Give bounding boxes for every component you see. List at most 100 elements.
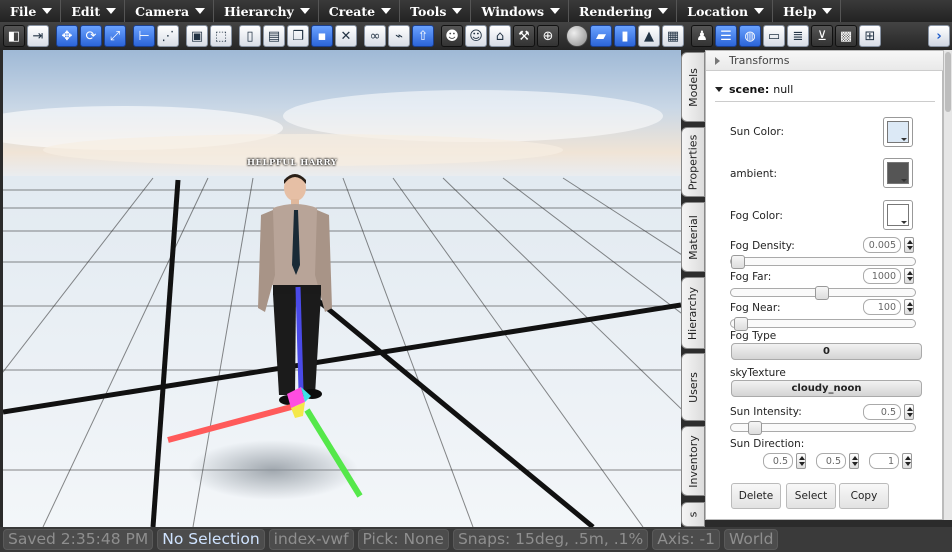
tab-more[interactable]: s — [681, 502, 705, 527]
sun-direction-z-input[interactable] — [869, 453, 899, 469]
globe-icon[interactable]: ◍ — [739, 25, 761, 47]
cylinder-icon[interactable]: ▮ — [614, 25, 636, 47]
fog-near-stepper — [863, 299, 914, 315]
slider-knob[interactable] — [731, 255, 745, 269]
save-icon[interactable]: ▪ — [311, 25, 333, 47]
inventory-boxes-icon[interactable]: ▩ — [835, 25, 857, 47]
target-icon[interactable]: ⊕ — [537, 25, 559, 47]
transforms-section-header[interactable]: Transforms — [706, 51, 943, 71]
rotate-icon[interactable]: ⟳ — [80, 25, 102, 47]
status-bar: Saved 2:35:48 PM No Selection index-vwf … — [0, 527, 952, 552]
select-multiple-icon[interactable]: ⋰ — [157, 25, 179, 47]
menu-label: Create — [328, 3, 376, 19]
delete-button[interactable]: Delete — [731, 483, 781, 509]
pick-status: Pick: None — [357, 529, 449, 550]
spinner-arrows-icon[interactable] — [849, 453, 859, 469]
hat-icon[interactable]: ⌂ — [489, 25, 511, 47]
upload-icon[interactable]: ⇧ — [412, 25, 434, 47]
axis-icon[interactable]: ⊢ — [133, 25, 155, 47]
fog-type-label: Fog Type — [730, 330, 777, 342]
tab-models[interactable]: Models — [681, 52, 705, 122]
delete-icon[interactable]: ✕ — [335, 25, 357, 47]
ambient-color-fill — [887, 162, 909, 184]
scene-section-header[interactable]: scene: null — [706, 79, 943, 99]
unlink-icon[interactable]: ⌁ — [388, 25, 410, 47]
menu-file[interactable]: File — [0, 0, 62, 22]
sun-direction-y-input[interactable] — [816, 453, 846, 469]
fog-far-slider[interactable] — [730, 286, 916, 300]
move-icon[interactable]: ✥ — [56, 25, 78, 47]
menu-location[interactable]: Location — [677, 0, 774, 22]
hammer-icon[interactable]: ⚒ — [513, 25, 535, 47]
paste-icon[interactable]: ▤ — [263, 25, 285, 47]
menu-help[interactable]: Help — [773, 0, 842, 22]
users-icon[interactable]: ♟ — [691, 25, 713, 47]
menu-windows[interactable]: Windows — [471, 0, 569, 22]
plane-icon[interactable]: ▦ — [662, 25, 684, 47]
tab-hierarchy[interactable]: Hierarchy — [681, 277, 705, 349]
menu-rendering[interactable]: Rendering — [569, 0, 678, 22]
chevron-down-icon — [754, 8, 765, 14]
spinner-arrows-icon[interactable] — [902, 453, 912, 469]
slider-knob[interactable] — [734, 317, 749, 331]
panel-scrollbar[interactable] — [943, 50, 952, 520]
copy-icon[interactable]: ❐ — [287, 25, 309, 47]
sun-direction-x-input[interactable] — [763, 453, 793, 469]
coordinate-space-status[interactable]: World — [724, 529, 779, 550]
chat-icon[interactable]: ☰ — [715, 25, 737, 47]
logout-icon[interactable]: ◧ — [3, 25, 25, 47]
expand-arrow-icon[interactable]: › — [928, 25, 950, 47]
avatar-icon[interactable]: ☻ — [441, 25, 463, 47]
slider-knob[interactable] — [747, 421, 762, 435]
menu-hierarchy[interactable]: Hierarchy — [214, 0, 319, 22]
scale-icon[interactable]: ⤢ — [104, 25, 126, 47]
spinner-arrows-icon[interactable] — [796, 453, 806, 469]
tab-properties[interactable]: Properties — [681, 127, 705, 197]
fog-color-swatch[interactable] — [883, 200, 913, 230]
fog-near-slider[interactable] — [730, 317, 916, 331]
slider-knob[interactable] — [815, 286, 829, 300]
sun-intensity-input[interactable] — [863, 404, 901, 420]
ambient-color-swatch[interactable] — [883, 158, 913, 188]
box-select-icon[interactable]: ▣ — [186, 25, 208, 47]
hierarchy-icon[interactable]: ⊞ — [859, 25, 881, 47]
window-icon[interactable]: ▭ — [763, 25, 785, 47]
spinner-arrows-icon[interactable] — [904, 237, 914, 253]
menu-tools[interactable]: Tools — [400, 0, 472, 22]
chevron-down-icon — [658, 8, 669, 14]
menu-create[interactable]: Create — [319, 0, 401, 22]
select-button[interactable]: Select — [786, 483, 836, 509]
fog-far-input[interactable] — [863, 268, 901, 284]
sun-color-fill — [887, 121, 909, 143]
snaps-status: Snaps: 15deg, .5m, .1% — [452, 529, 649, 550]
menu-camera[interactable]: Camera — [125, 0, 215, 22]
fog-density-slider[interactable] — [730, 255, 916, 269]
tab-inventory[interactable]: Inventory — [681, 426, 705, 496]
cone-icon[interactable]: ▲ — [638, 25, 660, 47]
exit-door-icon[interactable]: ⇥ — [27, 25, 49, 47]
cube-icon[interactable]: ▰ — [590, 25, 612, 47]
menu-edit[interactable]: Edit — [61, 0, 126, 22]
sphere-icon[interactable] — [566, 25, 588, 47]
tab-label: Hierarchy — [686, 286, 700, 340]
spinner-arrows-icon[interactable] — [904, 268, 914, 284]
link-icon[interactable]: ∞ — [364, 25, 386, 47]
spinner-arrows-icon[interactable] — [904, 299, 914, 315]
list-icon[interactable]: ≣ — [787, 25, 809, 47]
sun-color-swatch[interactable] — [883, 117, 913, 147]
drag-select-icon[interactable]: ⬚ — [210, 25, 232, 47]
tab-users[interactable]: Users — [681, 353, 705, 421]
fog-near-input[interactable] — [863, 299, 901, 315]
sun-intensity-slider[interactable] — [730, 421, 916, 435]
sky-texture-button[interactable]: cloudy_noon — [731, 380, 922, 397]
cart-icon[interactable]: ⊻ — [811, 25, 833, 47]
tab-material[interactable]: Material — [681, 202, 705, 272]
fog-density-input[interactable] — [863, 237, 901, 253]
fog-type-button[interactable]: 0 — [731, 343, 922, 360]
new-document-icon[interactable]: ▯ — [239, 25, 261, 47]
user-icon[interactable]: ☺ — [465, 25, 487, 47]
spinner-arrows-icon[interactable] — [904, 404, 914, 420]
scrollbar-thumb[interactable] — [945, 52, 951, 112]
copy-button[interactable]: Copy — [839, 483, 889, 509]
3d-viewport[interactable]: HELPFUL HARRY — [3, 50, 681, 527]
